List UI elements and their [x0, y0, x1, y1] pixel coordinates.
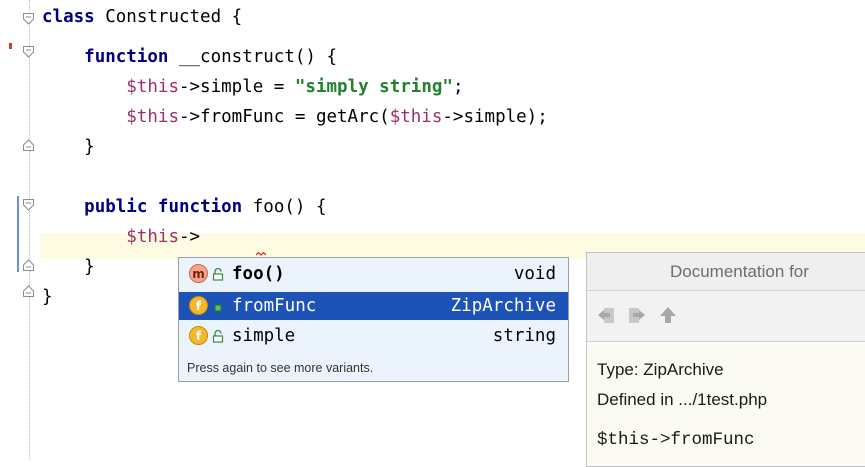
code-line[interactable]: } [42, 134, 95, 160]
code-line[interactable]: $this->simple = "simply string"; [42, 74, 463, 100]
completion-item-selected[interactable]: f fromFunc ZipArchive [179, 292, 568, 320]
code-token: class [42, 7, 95, 27]
completion-item-name: foo() [232, 264, 285, 284]
completion-item-type: ZipArchive [450, 296, 556, 316]
code-token: ; [452, 77, 464, 97]
completion-item-name: simple [232, 326, 296, 346]
forward-icon[interactable] [627, 305, 647, 325]
documentation-title: Documentation for [587, 253, 865, 291]
fold-open-icon[interactable] [23, 199, 34, 211]
up-arrow-icon[interactable] [658, 305, 678, 325]
fold-close-icon[interactable] [23, 139, 34, 151]
protected-lock-icon [214, 304, 222, 312]
fold-open-icon[interactable] [23, 13, 34, 25]
fold-close-icon[interactable] [23, 285, 34, 297]
code-line[interactable]: $this-> [42, 224, 200, 250]
code-token: public [84, 197, 148, 217]
completion-item-type: string [492, 326, 556, 346]
completion-item[interactable]: f simple string [179, 322, 568, 350]
back-icon[interactable] [596, 305, 616, 325]
public-lock-icon [212, 330, 224, 343]
editor-gutter [0, 0, 40, 460]
public-lock-icon [212, 268, 224, 281]
code-line[interactable]: } [42, 284, 53, 310]
code-token: } [42, 257, 95, 277]
error-marker-icon [9, 43, 12, 49]
completion-item[interactable]: m foo() void [179, 260, 568, 288]
code-token: $this [389, 107, 443, 127]
code-token: "simply string" [294, 77, 453, 97]
code-line[interactable]: public function foo() { [42, 194, 327, 220]
code-token: } [42, 137, 95, 157]
completion-item-name: fromFunc [232, 296, 317, 316]
fold-open-icon[interactable] [23, 46, 34, 58]
completion-hint: Press again to see more variants. [187, 361, 374, 375]
documentation-popup[interactable]: Documentation for Type: ZipArchive Defin… [586, 252, 865, 467]
code-line[interactable]: function __construct() { [42, 44, 337, 70]
documentation-toolbar [587, 291, 865, 342]
code-token: ->fromFunc = getArc( [178, 107, 390, 127]
field-icon: f [189, 296, 208, 315]
doc-type-line: Type: ZipArchive [597, 360, 724, 379]
method-icon: m [189, 264, 208, 283]
doc-defined-line: Defined in .../1test.php [597, 390, 768, 409]
gutter-guide [29, 0, 30, 460]
field-icon: f [189, 326, 208, 345]
code-token: $this [126, 77, 179, 97]
code-token: Constructed { [94, 7, 243, 27]
code-token: function [157, 197, 243, 217]
code-token: } [42, 287, 53, 307]
code-token: $this [126, 107, 179, 127]
code-token: ->simple); [442, 107, 548, 127]
error-squiggle [256, 252, 266, 256]
code-token: __construct() { [168, 47, 338, 67]
code-token: function [84, 47, 169, 67]
completion-item-type: void [513, 264, 556, 284]
doc-signature: $this->fromFunc [597, 430, 755, 450]
code-line[interactable]: } [42, 254, 95, 280]
code-token: -> [178, 227, 201, 247]
fold-close-icon[interactable] [23, 259, 34, 271]
code-token: $this [126, 227, 179, 247]
documentation-body: Type: ZipArchive Defined in .../1test.ph… [597, 355, 767, 455]
code-token: foo() { [242, 197, 327, 217]
change-marker [17, 196, 22, 272]
code-line[interactable]: $this->fromFunc = getArc($this->simple); [42, 104, 548, 130]
code-token: ->simple = [178, 77, 295, 97]
code-line[interactable]: class Constructed { [42, 4, 242, 30]
completion-popup[interactable]: m foo() void f fromFunc ZipArchive f sim… [178, 257, 569, 382]
